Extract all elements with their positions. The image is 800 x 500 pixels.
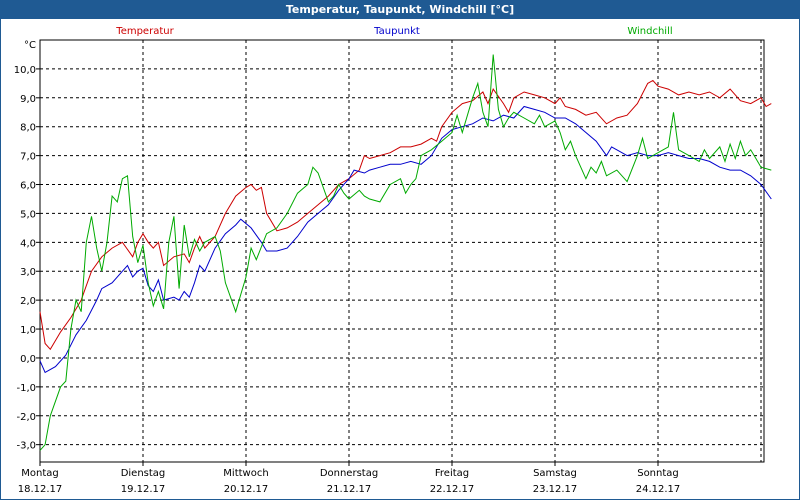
x-tick-day: Samstag (533, 468, 577, 479)
plot-area (39, 39, 765, 463)
series-lines (39, 54, 772, 451)
grid-lines (40, 40, 764, 462)
y-tick-label: 9,0 (20, 94, 36, 105)
x-tick-date: 21.12.17 (327, 484, 372, 495)
x-tick-day: Dienstag (121, 468, 166, 479)
y-tick-label: -2,0 (16, 412, 36, 423)
y-tick-label: 1,0 (20, 325, 36, 336)
x-tick-date: 18.12.17 (18, 484, 63, 495)
y-tick-label: 4,0 (20, 238, 36, 249)
y-tick-label: 7,0 (20, 152, 36, 163)
chart-svg: °C -3,0 -2,0 -1,0 0,0 1,0 2,0 3,0 4,0 5,0 6,0 7,0 8… (14, 26, 772, 495)
x-tick-day: Montag (21, 468, 58, 479)
y-tick-label: 5,0 (20, 209, 36, 220)
legend: Temperatur Taupunkt Windchill (115, 26, 672, 37)
legend-item-taupunkt: Taupunkt (373, 26, 420, 37)
y-tick-label: 8,0 (20, 123, 36, 134)
y-axis: °C -3,0 -2,0 -1,0 0,0 1,0 2,0 3,0 4,0 5,0 6,0 7,0 8… (14, 40, 40, 452)
y-tick-label: 6,0 (20, 181, 36, 192)
legend-item-windchill: Windchill (627, 26, 672, 37)
y-tick-label: 0,0 (20, 354, 36, 365)
y-tick-label: 2,0 (20, 296, 36, 307)
x-tick-day: Mittwoch (223, 468, 268, 479)
x-tick-day: Donnerstag (320, 468, 378, 479)
y-tick-label: 3,0 (20, 267, 36, 278)
series-line-windchill (39, 54, 772, 451)
x-tick-date: 22.12.17 (430, 484, 475, 495)
x-tick-day: Freitag (435, 468, 469, 479)
x-axis: Montag 18.12.17 Dienstag 19.12.17 Mittwoch 20… (18, 462, 681, 495)
x-tick-date: 23.12.17 (533, 484, 578, 495)
x-tick-date: 20.12.17 (224, 484, 269, 495)
y-tick-label: -1,0 (16, 383, 36, 394)
series-line-taupunkt (39, 105, 772, 374)
x-tick-date: 24.12.17 (636, 484, 681, 495)
y-axis-unit: °C (24, 40, 36, 51)
legend-item-temperatur: Temperatur (115, 26, 174, 37)
y-tick-label: -3,0 (16, 441, 36, 452)
series-line-temperatur (39, 79, 772, 351)
y-tick-label: 10,0 (14, 65, 36, 76)
x-tick-date: 19.12.17 (121, 484, 166, 495)
x-tick-day: Sonntag (637, 468, 679, 479)
